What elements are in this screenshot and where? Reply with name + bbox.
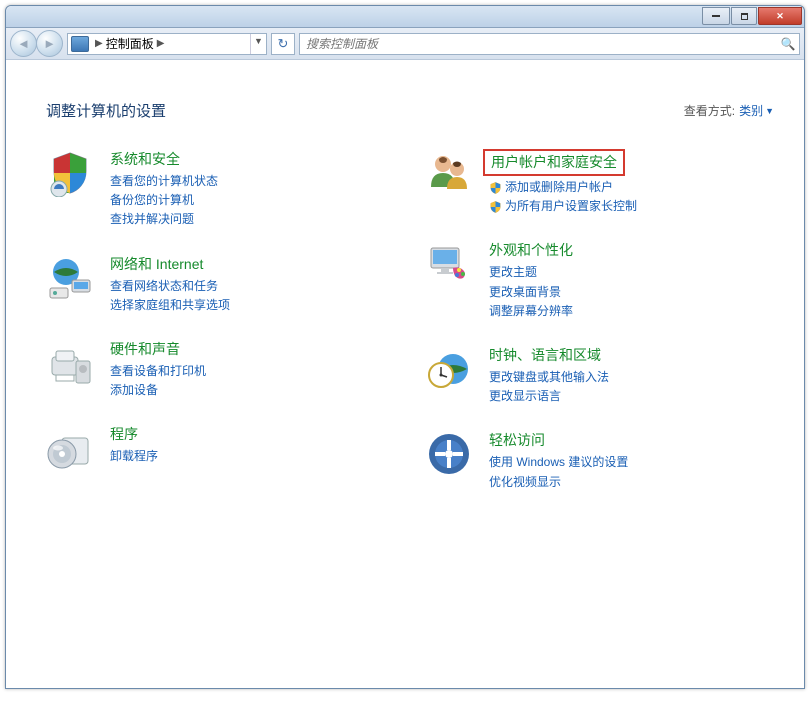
category-link-appearance[interactable]: 外观和个性化 — [489, 240, 573, 261]
category-network: 网络和 Internet 查看网络状态和任务 选择家庭组和共享选项 — [46, 254, 395, 315]
category-link-network[interactable]: 网络和 Internet — [110, 254, 203, 275]
user-accounts-icon — [425, 149, 473, 197]
sublink[interactable]: 查找并解决问题 — [110, 210, 395, 229]
close-button[interactable] — [758, 7, 802, 25]
back-button[interactable]: ◄ — [10, 30, 37, 57]
titlebar — [6, 6, 804, 28]
refresh-button[interactable]: ↻ — [271, 33, 295, 55]
breadcrumb-item[interactable]: 控制面板 — [106, 35, 154, 52]
ease-of-access-icon — [425, 430, 473, 478]
category-link-system-security[interactable]: 系统和安全 — [110, 149, 180, 170]
address-bar[interactable]: ▶ 控制面板 ▶ ▼ — [67, 33, 267, 55]
category-link-hardware[interactable]: 硬件和声音 — [110, 339, 180, 360]
sublink[interactable]: 备份您的计算机 — [110, 191, 395, 210]
column-left: 系统和安全 查看您的计算机状态 备份您的计算机 查找并解决问题 网络和 Inte… — [46, 149, 395, 516]
sublink[interactable]: 使用 Windows 建议的设置 — [489, 453, 774, 472]
category-columns: 系统和安全 查看您的计算机状态 备份您的计算机 查找并解决问题 网络和 Inte… — [46, 149, 774, 516]
sublink[interactable]: 更改主题 — [489, 263, 774, 282]
sublink[interactable]: 更改键盘或其他输入法 — [489, 368, 774, 387]
network-icon — [46, 254, 94, 302]
sublink[interactable]: 选择家庭组和共享选项 — [110, 296, 395, 315]
search-icon[interactable]: 🔍 — [777, 37, 799, 51]
sublink[interactable]: 调整屏幕分辨率 — [489, 302, 774, 321]
sublink[interactable]: 更改桌面背景 — [489, 283, 774, 302]
system-security-icon — [46, 149, 94, 197]
chevron-down-icon: ▼ — [765, 106, 774, 116]
clock-region-icon — [425, 345, 473, 393]
sublink[interactable]: 查看您的计算机状态 — [110, 172, 395, 191]
sublink[interactable]: 查看设备和打印机 — [110, 362, 395, 381]
hardware-icon — [46, 339, 94, 387]
maximize-button[interactable] — [731, 7, 757, 25]
content-header: 调整计算机的设置 查看方式: 类别 ▼ — [46, 100, 774, 121]
category-user-accounts: 用户帐户和家庭安全 添加或删除用户帐户 为所有用户设置家长控制 — [425, 149, 774, 216]
category-link-ease[interactable]: 轻松访问 — [489, 430, 545, 451]
address-dropdown-icon[interactable]: ▼ — [250, 34, 266, 54]
category-clock: 时钟、语言和区域 更改键盘或其他输入法 更改显示语言 — [425, 345, 774, 406]
appearance-icon — [425, 240, 473, 288]
category-link-programs[interactable]: 程序 — [110, 424, 138, 445]
category-programs: 程序 卸载程序 — [46, 424, 395, 472]
forward-button[interactable]: ► — [36, 30, 63, 57]
category-appearance: 外观和个性化 更改主题 更改桌面背景 调整屏幕分辨率 — [425, 240, 774, 321]
category-system-security: 系统和安全 查看您的计算机状态 备份您的计算机 查找并解决问题 — [46, 149, 395, 230]
view-by: 查看方式: 类别 ▼ — [684, 102, 774, 119]
uac-shield-icon — [489, 181, 502, 195]
viewby-dropdown[interactable]: 类别 ▼ — [739, 102, 774, 119]
control-panel-window: ◄ ► ▶ 控制面板 ▶ ▼ ↻ 🔍 调整计算机的设置 查看方式: 类别 ▼ — [5, 5, 805, 689]
control-panel-icon — [71, 36, 89, 52]
category-link-user-accounts[interactable]: 用户帐户和家庭安全 — [483, 149, 625, 176]
uac-shield-icon — [489, 200, 502, 214]
sublink[interactable]: 添加或删除用户帐户 — [489, 178, 774, 197]
page-title: 调整计算机的设置 — [46, 100, 166, 121]
sublink[interactable]: 优化视频显示 — [489, 473, 774, 492]
sublink[interactable]: 查看网络状态和任务 — [110, 277, 395, 296]
navigation-bar: ◄ ► ▶ 控制面板 ▶ ▼ ↻ 🔍 — [6, 28, 804, 60]
minimize-button[interactable] — [702, 7, 730, 25]
breadcrumb-sep-icon: ▶ — [157, 38, 165, 49]
category-ease-of-access: 轻松访问 使用 Windows 建议的设置 优化视频显示 — [425, 430, 774, 491]
sublink[interactable]: 添加设备 — [110, 381, 395, 400]
programs-icon — [46, 424, 94, 472]
search-box[interactable]: 🔍 — [299, 33, 800, 55]
category-hardware: 硬件和声音 查看设备和打印机 添加设备 — [46, 339, 395, 400]
breadcrumb-sep-icon: ▶ — [95, 38, 103, 49]
sublink[interactable]: 更改显示语言 — [489, 387, 774, 406]
sublink[interactable]: 为所有用户设置家长控制 — [489, 197, 774, 216]
sublink[interactable]: 卸载程序 — [110, 447, 395, 466]
category-link-clock[interactable]: 时钟、语言和区域 — [489, 345, 601, 366]
column-right: 用户帐户和家庭安全 添加或删除用户帐户 为所有用户设置家长控制 外观和个性化 更… — [425, 149, 774, 516]
nav-arrows: ◄ ► — [10, 30, 63, 57]
search-input[interactable] — [306, 37, 777, 51]
viewby-label: 查看方式: — [684, 102, 735, 119]
content-area: 调整计算机的设置 查看方式: 类别 ▼ 系统和安全 查看您的计算机状态 — [6, 60, 804, 688]
